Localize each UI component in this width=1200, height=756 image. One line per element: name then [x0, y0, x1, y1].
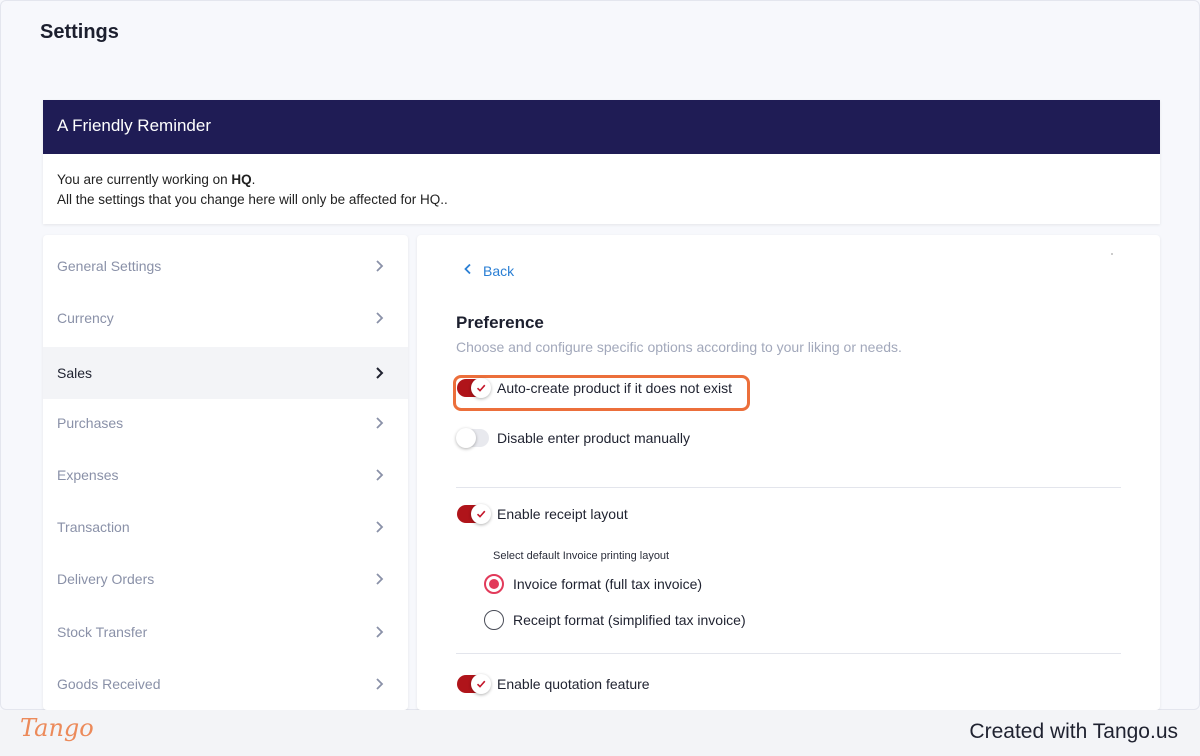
quotation-toggle-row: Enable quotation feature: [457, 674, 650, 694]
invoice-format-label: Invoice format (full tax invoice): [513, 576, 703, 592]
chevron-right-icon: [370, 675, 388, 693]
decorative-dot: [1111, 253, 1113, 255]
tango-logo: Tango: [20, 714, 94, 742]
auto-create-product-label: Auto-create product if it does not exist: [497, 380, 733, 396]
invoice-format-option[interactable]: Invoice format (full tax invoice): [484, 574, 702, 594]
settings-sidebar: General Settings Currency Sales Purchase…: [43, 235, 408, 710]
enable-quotation-feature-label: Enable quotation feature: [497, 676, 650, 692]
enable-quotation-feature-toggle[interactable]: [457, 674, 491, 694]
footer-bar: Tango Created with Tango.us: [0, 710, 1200, 756]
sidebar-item-stock-transfer[interactable]: Stock Transfer: [43, 606, 408, 658]
receipt-format-option[interactable]: Receipt format (simplified tax invoice): [484, 610, 746, 630]
sidebar-item-label: Sales: [57, 365, 93, 381]
printing-layout-label: Select default Invoice printing layout: [493, 550, 670, 562]
reminder-line-1: You are currently working on HQ.: [57, 170, 1160, 190]
back-label: Back: [483, 262, 515, 279]
sidebar-item-general-settings[interactable]: General Settings: [43, 240, 408, 292]
chevron-left-icon: [461, 262, 475, 279]
toggle-knob: [456, 428, 476, 448]
sidebar-item-label: Transaction: [57, 519, 130, 535]
sidebar-item-delivery-orders[interactable]: Delivery Orders: [43, 553, 408, 605]
sidebar-item-label: Stock Transfer: [57, 624, 148, 640]
chevron-right-icon: [370, 257, 388, 275]
sidebar-item-label: General Settings: [57, 258, 162, 274]
back-link[interactable]: Back: [461, 262, 514, 279]
disable-enter-product-manually-label: Disable enter product manually: [497, 430, 690, 446]
sidebar-item-label: Purchases: [57, 415, 124, 431]
check-icon: [471, 504, 491, 524]
sidebar-item-label: Delivery Orders: [57, 571, 155, 587]
sidebar-item-currency[interactable]: Currency: [43, 292, 408, 344]
chevron-right-icon: [370, 364, 388, 382]
receipt-format-label: Receipt format (simplified tax invoice): [513, 612, 746, 628]
chevron-right-icon: [370, 570, 388, 588]
chevron-right-icon: [370, 414, 388, 432]
reminder-branch-name: HQ: [231, 172, 252, 187]
check-icon: [471, 378, 491, 398]
preference-panel: Back Preference Choose and configure spe…: [417, 235, 1160, 710]
reminder-line-2: All the settings that you change here wi…: [57, 192, 448, 207]
sidebar-item-transaction[interactable]: Transaction: [43, 501, 408, 553]
section-subtitle: Choose and configure specific options ac…: [456, 339, 902, 355]
sidebar-item-sales[interactable]: Sales: [43, 347, 408, 399]
sidebar-item-label: Goods Received: [57, 676, 161, 692]
reminder-card: A Friendly Reminder You are currently wo…: [43, 100, 1160, 224]
sidebar-item-purchases[interactable]: Purchases: [43, 397, 408, 449]
sidebar-item-label: Expenses: [57, 467, 119, 483]
auto-create-product-toggle[interactable]: [457, 378, 491, 398]
chevron-right-icon: [370, 518, 388, 536]
chevron-right-icon: [370, 466, 388, 484]
auto-create-product-toggle-row: Auto-create product if it does not exist: [457, 378, 733, 398]
sidebar-item-label: Currency: [57, 310, 114, 326]
enable-receipt-layout-label: Enable receipt layout: [497, 506, 628, 522]
sidebar-item-goods-received[interactable]: Goods Received: [43, 658, 408, 710]
disable-enter-product-manually-toggle[interactable]: [456, 428, 489, 448]
section-divider: [456, 653, 1121, 654]
page-title: Settings: [40, 21, 119, 43]
enable-receipt-layout-toggle[interactable]: [457, 504, 491, 524]
reminder-body: You are currently working on HQ. All the…: [43, 154, 1160, 210]
check-icon: [471, 674, 491, 694]
receipt-format-radio[interactable]: [484, 610, 504, 630]
section-divider: [456, 487, 1121, 488]
disable-manual-toggle-row: Disable enter product manually: [456, 428, 690, 448]
reminder-title: A Friendly Reminder: [43, 100, 1160, 154]
sidebar-item-expenses[interactable]: Expenses: [43, 449, 408, 501]
receipt-layout-toggle-row: Enable receipt layout: [457, 504, 628, 524]
reminder-line-1-prefix: You are currently working on: [57, 172, 232, 187]
reminder-line-1-suffix: .: [251, 172, 256, 187]
created-with-text: Created with Tango.us: [969, 720, 1178, 743]
chevron-right-icon: [370, 623, 388, 641]
invoice-format-radio[interactable]: [484, 574, 504, 594]
chevron-right-icon: [370, 309, 388, 327]
section-title: Preference: [456, 313, 544, 332]
